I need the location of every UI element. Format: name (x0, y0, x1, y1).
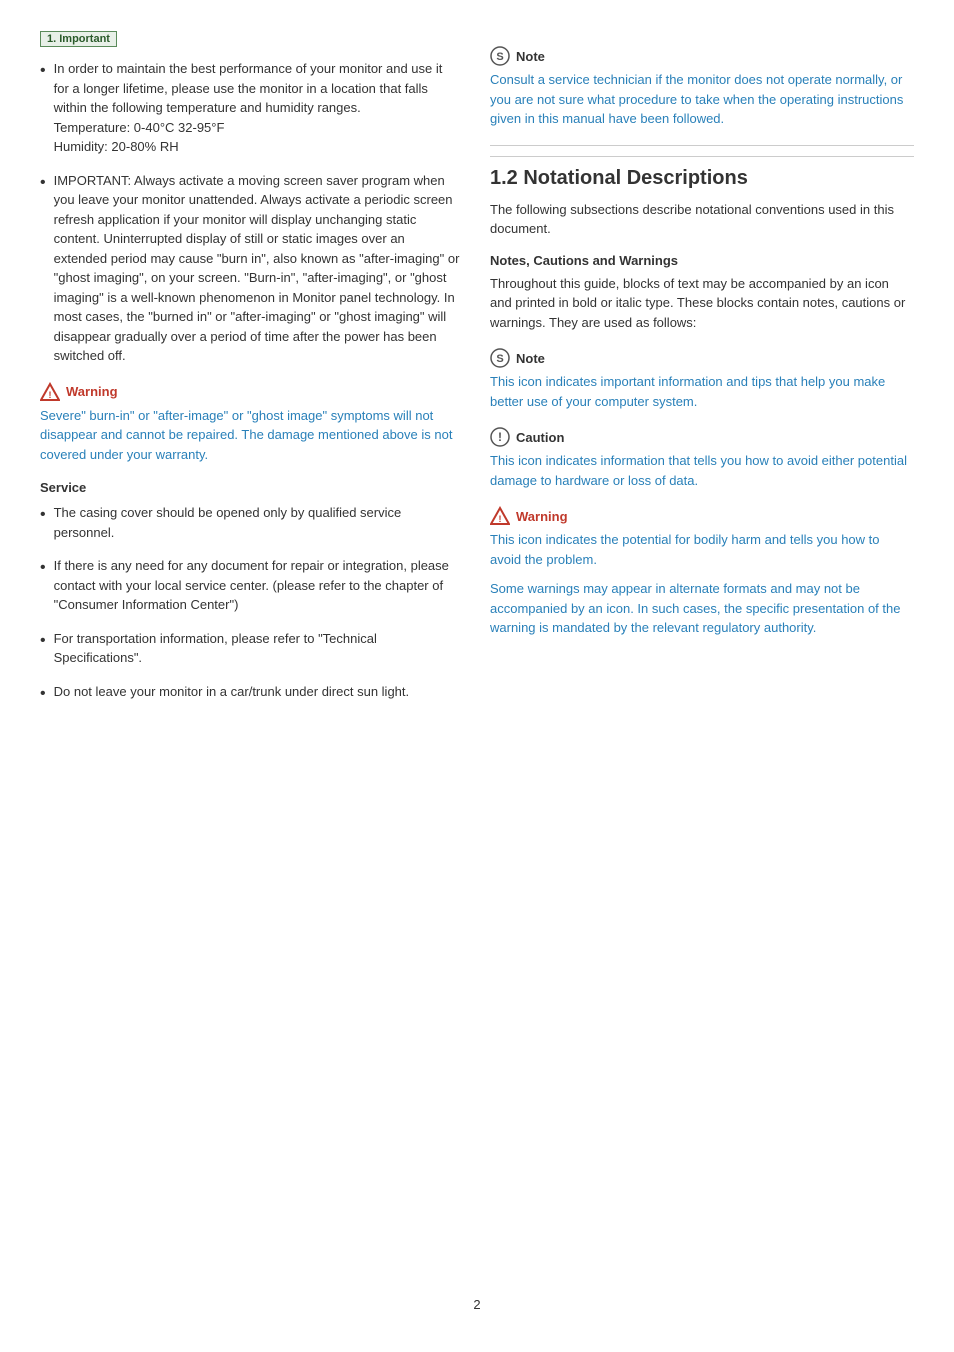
bullet-dot: • (40, 173, 46, 366)
caution-label: Caution (516, 430, 564, 445)
warning-icon-right: ! (490, 506, 510, 526)
notes-cautions-warnings-heading: Notes, Cautions and Warnings (490, 253, 914, 268)
warning-text-right-1: This icon indicates the potential for bo… (490, 530, 914, 569)
service-title: Service (40, 480, 460, 495)
svg-text:S: S (496, 353, 503, 365)
page-number: 2 (40, 1297, 914, 1312)
note-text-top: Consult a service technician if the moni… (490, 70, 914, 129)
left-column: 1. Important • In order to maintain the … (40, 30, 460, 1267)
bullet-dot: • (40, 505, 46, 542)
svg-text:S: S (496, 51, 503, 63)
caution-icon: ! (490, 427, 510, 447)
bullet-text-1: In order to maintain the best performanc… (54, 59, 460, 157)
warning-text-right-2: Some warnings may appear in alternate fo… (490, 579, 914, 638)
main-bullet-list: • In order to maintain the best performa… (40, 59, 460, 366)
warning-block-right: ! Warning This icon indicates the potent… (490, 506, 914, 638)
list-item: • The casing cover should be opened only… (40, 503, 460, 542)
note-text-main: This icon indicates important informatio… (490, 372, 914, 411)
bullet-dot: • (40, 558, 46, 615)
bullet-dot: • (40, 684, 46, 703)
warning-label-left: Warning (66, 384, 118, 399)
note-header-top: S Note (490, 46, 914, 66)
warning-header-right: ! Warning (490, 506, 914, 526)
note-label-top: Note (516, 49, 545, 64)
note-header-main: S Note (490, 348, 914, 368)
list-item: • For transportation information, please… (40, 629, 460, 668)
note-icon-top: S (490, 46, 510, 66)
bullet-text-2: IMPORTANT: Always activate a moving scre… (54, 171, 460, 366)
list-item: • IMPORTANT: Always activate a moving sc… (40, 171, 460, 366)
intro-text: The following subsections describe notat… (490, 200, 914, 239)
warning-icon: ! (40, 382, 60, 402)
two-column-layout: 1. Important • In order to maintain the … (40, 30, 914, 1267)
section-heading: 1.2 Notational Descriptions (490, 156, 914, 190)
svg-text:!: ! (49, 390, 52, 400)
bullet-dot: • (40, 631, 46, 668)
service-item-1: The casing cover should be opened only b… (54, 503, 460, 542)
service-item-4: Do not leave your monitor in a car/trunk… (54, 682, 410, 703)
warning-label-right: Warning (516, 509, 568, 524)
list-item: • If there is any need for any document … (40, 556, 460, 615)
service-list: • The casing cover should be opened only… (40, 503, 460, 703)
notes-intro-text: Throughout this guide, blocks of text ma… (490, 274, 914, 333)
bullet-dot: • (40, 61, 46, 157)
warning-block-left: ! Warning Severe" burn-in" or "after-ima… (40, 382, 460, 465)
service-item-3: For transportation information, please r… (54, 629, 460, 668)
important-badge: 1. Important (40, 31, 117, 47)
section-divider (490, 145, 914, 146)
caution-block: ! Caution This icon indicates informatio… (490, 427, 914, 490)
caution-header: ! Caution (490, 427, 914, 447)
list-item: • In order to maintain the best performa… (40, 59, 460, 157)
svg-text:!: ! (498, 430, 502, 444)
note-block-top: S Note Consult a service technician if t… (490, 46, 914, 129)
note-label-main: Note (516, 351, 545, 366)
note-icon-main: S (490, 348, 510, 368)
svg-text:!: ! (499, 514, 502, 524)
note-block-main: S Note This icon indicates important inf… (490, 348, 914, 411)
service-item-2: If there is any need for any document fo… (54, 556, 460, 615)
warning-text-left: Severe" burn-in" or "after-image" or "gh… (40, 406, 460, 465)
right-column: S Note Consult a service technician if t… (490, 30, 914, 1267)
list-item: • Do not leave your monitor in a car/tru… (40, 682, 460, 703)
caution-text: This icon indicates information that tel… (490, 451, 914, 490)
warning-header: ! Warning (40, 382, 460, 402)
page: 1. Important • In order to maintain the … (0, 0, 954, 1352)
